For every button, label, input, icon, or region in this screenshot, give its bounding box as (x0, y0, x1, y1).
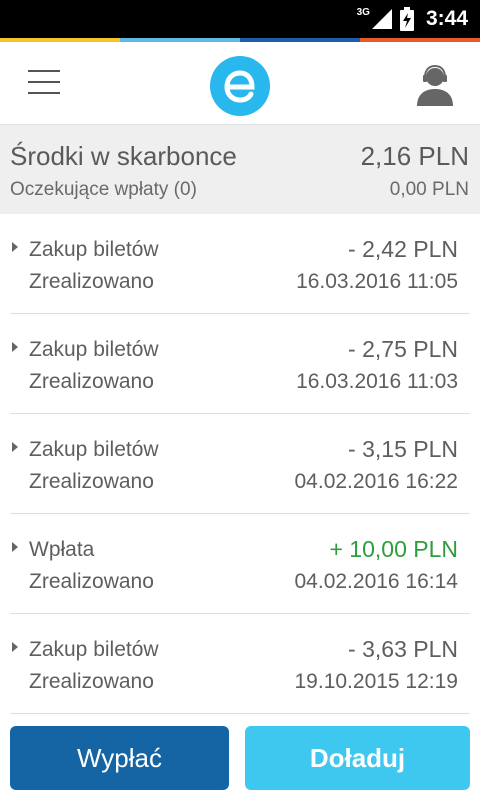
withdraw-button[interactable]: Wypłać (10, 726, 229, 790)
app-logo (210, 56, 270, 116)
transaction-row[interactable]: Zakup biletów - 2,42 PLN Zrealizowano 16… (10, 214, 470, 314)
bottom-action-bar: Wypłać Doładuj (0, 716, 480, 800)
expand-arrow-icon (12, 642, 18, 652)
balance-value: 2,16 PLN (360, 141, 469, 171)
transaction-amount: - 2,42 PLN (348, 236, 458, 262)
app-bar (0, 42, 480, 125)
transaction-date: 16.03.2016 11:05 (296, 270, 458, 293)
transaction-amount: + 10,00 PLN (329, 536, 458, 562)
support-agent-icon[interactable] (414, 64, 456, 106)
transaction-amount: - 3,63 PLN (348, 636, 458, 662)
transaction-status: Zrealizowano (29, 370, 154, 393)
transaction-row[interactable]: Wpłata + 10,00 PLN Zrealizowano 04.02.20… (10, 514, 470, 614)
transaction-title: Zakup biletów (29, 638, 159, 661)
status-icons: 3G 3:44 (357, 0, 468, 38)
battery-icon (399, 7, 414, 31)
hamburger-menu-icon[interactable] (28, 70, 60, 94)
transaction-amount: - 3,15 PLN (348, 436, 458, 462)
transaction-list: Zakup biletów - 2,42 PLN Zrealizowano 16… (10, 214, 470, 714)
transaction-title: Wpłata (29, 538, 95, 561)
transaction-row[interactable]: Zakup biletów - 2,75 PLN Zrealizowano 16… (10, 314, 470, 414)
transaction-status: Zrealizowano (29, 270, 154, 293)
expand-arrow-icon (12, 442, 18, 452)
pending-value: 0,00 PLN (389, 179, 469, 200)
status-bar: 3G 3:44 (0, 0, 480, 38)
transaction-title: Zakup biletów (29, 338, 159, 361)
topup-button[interactable]: Doładuj (245, 726, 470, 790)
balance-label: Środki w skarbonce (10, 141, 237, 171)
transaction-date: 16.03.2016 11:03 (296, 370, 458, 393)
balance-panel: Środki w skarbonce 2,16 PLN Oczekujące w… (0, 125, 480, 214)
transaction-title: Zakup biletów (29, 438, 159, 461)
clock: 3:44 (425, 7, 468, 30)
transaction-amount: - 2,75 PLN (348, 336, 458, 362)
transaction-title: Zakup biletów (29, 238, 159, 261)
transaction-date: 04.02.2016 16:14 (294, 570, 459, 593)
transaction-date: 19.10.2015 12:19 (294, 670, 459, 693)
transaction-status: Zrealizowano (29, 670, 154, 693)
transaction-row[interactable]: Zakup biletów - 3,15 PLN Zrealizowano 04… (10, 414, 470, 514)
logo-e-icon (210, 56, 270, 116)
transaction-date: 04.02.2016 16:22 (294, 470, 459, 493)
expand-arrow-icon (12, 242, 18, 252)
signal-icon (371, 9, 392, 29)
expand-arrow-icon (12, 542, 18, 552)
transaction-status: Zrealizowano (29, 570, 154, 593)
pending-label: Oczekujące wpłaty (0) (10, 179, 197, 200)
transaction-row[interactable]: Zakup biletów - 3,63 PLN Zrealizowano 19… (10, 614, 470, 714)
expand-arrow-icon (12, 342, 18, 352)
network-type: 3G (356, 6, 370, 18)
transaction-status: Zrealizowano (29, 470, 154, 493)
